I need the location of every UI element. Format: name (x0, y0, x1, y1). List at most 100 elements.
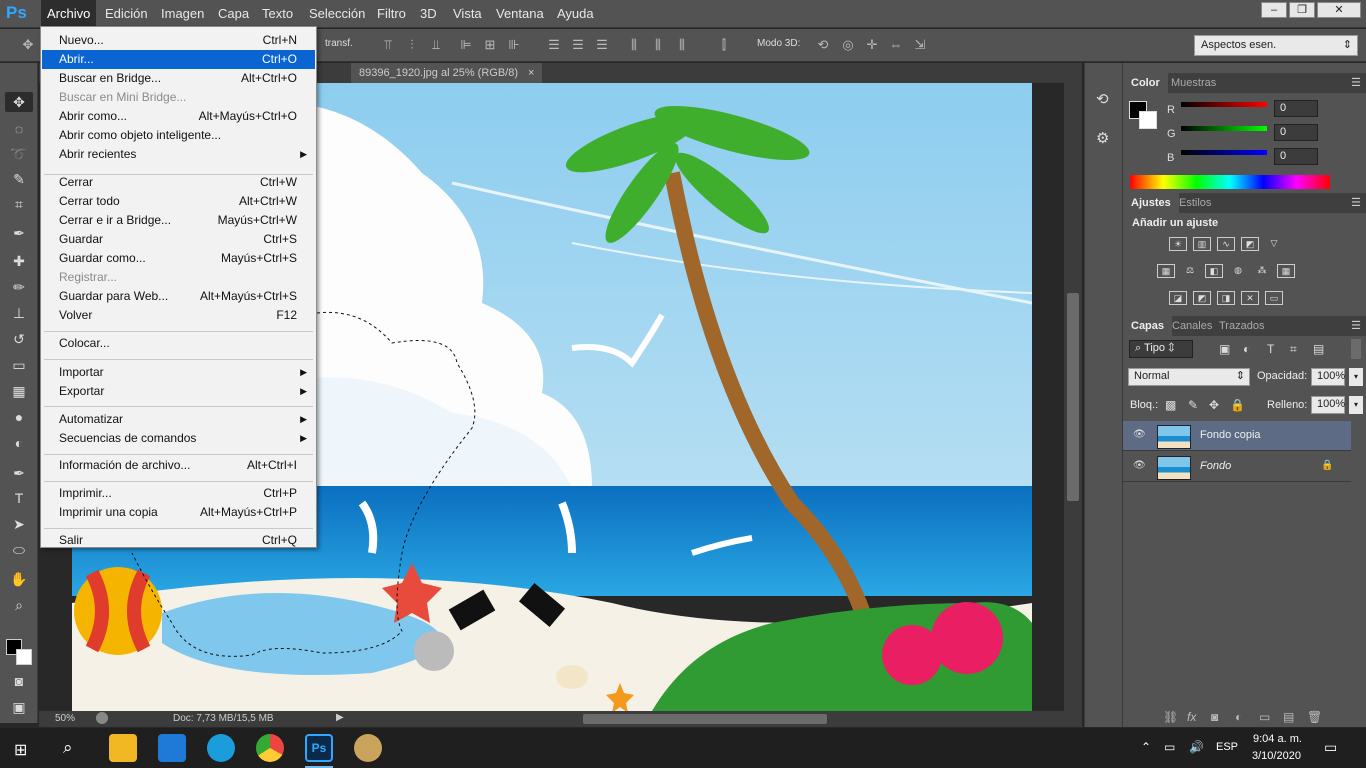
vscroll-thumb[interactable] (1067, 293, 1079, 501)
panel-menu-icon[interactable]: ☰ (1351, 319, 1361, 332)
hscroll-thumb[interactable] (583, 714, 827, 724)
blur-tool-icon[interactable]: ● (9, 407, 29, 427)
mail-icon[interactable] (158, 734, 186, 762)
tab-color[interactable]: Color (1123, 73, 1168, 93)
align-bottom-icon[interactable]: ⫫ (428, 37, 444, 53)
tab-estilos[interactable]: Estilos (1171, 193, 1219, 213)
menu-item-close-go-bridge[interactable]: Cerrar e ir a Bridge... Mayús+Ctrl+W (42, 211, 315, 230)
distribute-vcenter-icon[interactable]: ☰ (570, 37, 586, 53)
eye-icon[interactable]: 👁 (1133, 460, 1146, 472)
menu-imagen[interactable]: Imagen (155, 0, 210, 28)
file-explorer-icon[interactable] (109, 734, 137, 762)
paint-icon[interactable] (354, 734, 382, 762)
screen-mode-icon[interactable]: ▣ (9, 697, 29, 717)
menu-ayuda[interactable]: Ayuda (551, 0, 600, 28)
posterize-icon[interactable]: ◩ (1193, 291, 1211, 305)
add-mask-icon[interactable]: ◙ (1211, 710, 1218, 724)
lock-position-icon[interactable]: ✥ (1209, 398, 1219, 412)
menu-item-print-one-copy[interactable]: Imprimir una copia Alt+Mayús+Ctrl+P (42, 503, 315, 522)
menu-item-open[interactable]: Abrir... Ctrl+O (42, 50, 315, 69)
shape-tool-icon[interactable]: ⬭ (9, 540, 29, 560)
search-icon[interactable]: ⌕ (63, 738, 73, 758)
tab-trazados[interactable]: Trazados (1211, 316, 1272, 336)
restore-icon[interactable]: ❐ (1289, 2, 1315, 18)
move-tool-icon[interactable]: ✥ (5, 92, 33, 112)
hand-tool-icon[interactable]: ✋ (9, 569, 29, 589)
zoom-level[interactable]: 50% (55, 713, 75, 724)
filter-type-icon[interactable]: T (1267, 342, 1274, 356)
menu-item-import[interactable]: Importar ▶ (42, 363, 315, 382)
menu-item-new[interactable]: Nuevo... Ctrl+N (42, 31, 315, 50)
workspace-select[interactable]: Aspectos esen. ⇕ (1194, 35, 1358, 56)
properties-panel-icon[interactable]: ⚙ (1096, 129, 1109, 147)
menu-filtro[interactable]: Filtro (371, 0, 412, 28)
g-slider[interactable] (1181, 126, 1267, 131)
distribute-left-icon[interactable]: ⫼ (626, 37, 642, 53)
fx-icon[interactable]: fx (1187, 710, 1196, 724)
gradient-map-icon[interactable]: ▭ (1265, 291, 1283, 305)
scale3d-icon[interactable]: ⇲ (912, 37, 928, 53)
color-ramp[interactable] (1130, 175, 1330, 189)
hue-sat-icon[interactable]: ▦ (1157, 264, 1175, 278)
lock-transparent-icon[interactable]: ▩ (1165, 398, 1176, 412)
rotate3d-icon[interactable]: ⟲ (815, 37, 831, 53)
filter-pixel-icon[interactable]: ▣ (1219, 342, 1230, 356)
eyedropper-tool-icon[interactable]: ✒ (9, 223, 29, 243)
type-tool-icon[interactable]: T (9, 488, 29, 508)
align-left-icon[interactable]: ⊫ (458, 37, 474, 53)
photo-filter-icon[interactable]: ◍ (1229, 264, 1247, 278)
menu-item-scripts[interactable]: Secuencias de comandos ▶ (42, 429, 315, 448)
distribute-bottom-icon[interactable]: ☰ (594, 37, 610, 53)
crop-tool-icon[interactable]: ⌗ (9, 194, 29, 214)
distribute-top-icon[interactable]: ☰ (546, 37, 562, 53)
r-slider[interactable] (1181, 102, 1267, 107)
pan3d-icon[interactable]: ✛ (864, 37, 880, 53)
filter-smart-icon[interactable]: ▤ (1313, 342, 1324, 356)
curves-icon[interactable]: ∿ (1217, 237, 1235, 251)
network-icon[interactable]: ▭ (1164, 740, 1175, 754)
filter-shape-icon[interactable]: ⌗ (1290, 342, 1297, 357)
menu-item-save-for-web[interactable]: Guardar para Web... Alt+Mayús+Ctrl+S (42, 287, 315, 306)
new-adjustment-icon[interactable]: ◐ (1235, 710, 1242, 724)
history-panel-icon[interactable]: ⟲ (1096, 90, 1109, 108)
gradient-tool-icon[interactable]: ▦ (9, 381, 29, 401)
menu-item-automate[interactable]: Automatizar ▶ (42, 410, 315, 429)
new-group-icon[interactable]: ▭ (1259, 710, 1270, 724)
menu-item-exit[interactable]: Salir Ctrl+Q (42, 531, 315, 550)
blend-mode-select[interactable]: Normal ⇕ (1128, 368, 1250, 386)
align-hcenter-icon[interactable]: ⊞ (482, 37, 498, 53)
pen-tool-icon[interactable]: ✒ (9, 463, 29, 483)
fill-chevron-icon[interactable]: ▾ (1349, 396, 1363, 414)
invert-icon[interactable]: ◪ (1169, 291, 1187, 305)
brightness-icon[interactable]: ☀ (1169, 237, 1187, 251)
layer-row[interactable]: 👁 Fondo copia (1123, 421, 1351, 451)
menu-item-export[interactable]: Exportar ▶ (42, 382, 315, 401)
align-right-icon[interactable]: ⊪ (506, 37, 522, 53)
healing-tool-icon[interactable]: ✚ (9, 251, 29, 271)
path-select-tool-icon[interactable]: ➤ (9, 514, 29, 534)
vertical-scrollbar[interactable] (1064, 83, 1082, 711)
balance-icon[interactable]: ⚖ (1181, 264, 1199, 278)
minimize-icon[interactable]: – (1261, 2, 1287, 18)
photoshop-taskbar-icon[interactable]: Ps (305, 734, 333, 762)
clock-date[interactable]: 3/10/2020 (1252, 750, 1301, 762)
distribute-right-icon[interactable]: ⫼ (674, 37, 690, 53)
menu-item-close[interactable]: Cerrar Ctrl+W (42, 173, 315, 192)
status-menu-icon[interactable]: ▶ (336, 712, 344, 723)
quick-mask-icon[interactable]: ◙ (9, 671, 29, 691)
dodge-tool-icon[interactable]: ◐ (9, 433, 29, 453)
menu-vista[interactable]: Vista (447, 0, 488, 28)
roll3d-icon[interactable]: ◎ (840, 37, 856, 53)
layer-filter-select[interactable]: ⌕ Tipo ⇕ (1129, 340, 1193, 358)
close-icon[interactable]: ✕ (1317, 2, 1361, 18)
marquee-tool-icon[interactable]: ◌ (9, 119, 29, 139)
notifications-icon[interactable]: ▭ (1324, 739, 1337, 756)
fill-value[interactable]: 100% (1311, 396, 1345, 414)
move-tool-icon[interactable]: ✥ (20, 37, 36, 53)
lock-all-icon[interactable]: 🔒 (1230, 398, 1245, 412)
threshold-icon[interactable]: ◨ (1217, 291, 1235, 305)
layers-scroll[interactable] (1351, 339, 1361, 359)
eraser-tool-icon[interactable]: ▭ (9, 355, 29, 375)
menu-item-file-info[interactable]: Información de archivo... Alt+Ctrl+I (42, 456, 315, 475)
status-icon[interactable] (96, 712, 108, 724)
